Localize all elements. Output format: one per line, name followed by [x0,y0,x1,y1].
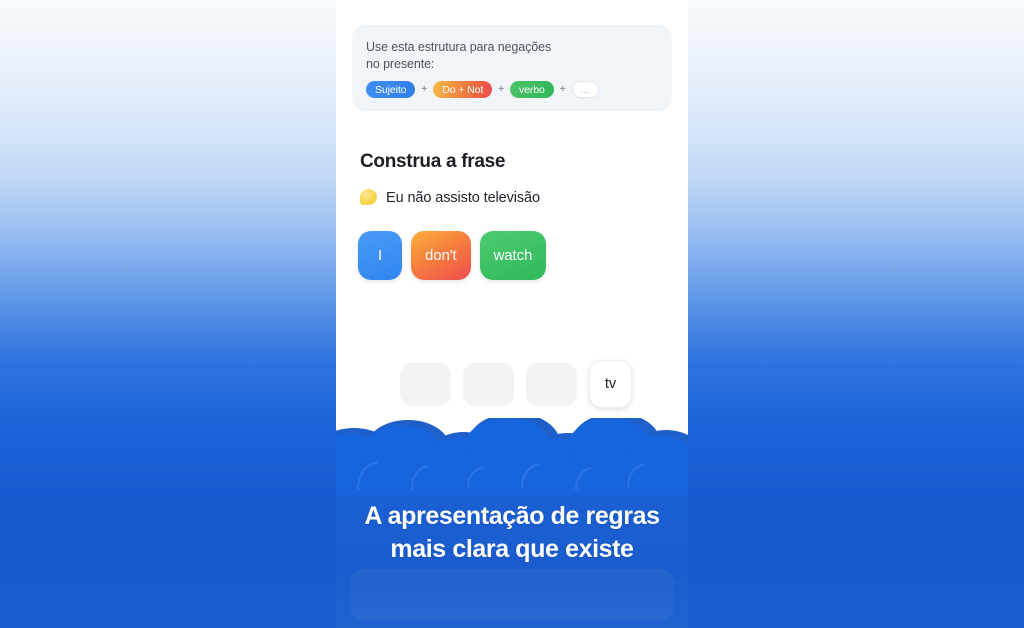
rule-chip-verb[interactable]: verbo [510,81,554,98]
word-tile-watch[interactable]: watch [479,231,547,280]
word-tile-i[interactable]: I [358,231,402,280]
promo-ghost-card [350,569,674,621]
cloud-divider [336,418,688,504]
answer-slot-1[interactable] [400,362,451,406]
rule-plus-separator-1: + [421,83,428,95]
promo-headline-line-1: A apresentação de regras [364,502,660,530]
answer-slot-row: tv [400,360,632,408]
rule-chip-more-icon[interactable]: ... [571,81,599,98]
rule-chip-auxiliary[interactable]: Do + Not [433,81,493,98]
rule-chip-subject[interactable]: Sujeito [366,81,416,98]
exercise-prompt-row: Eu não assisto televisão [360,189,540,206]
phone-screen: Use esta estrutura para negações no pres… [336,0,688,628]
rule-structure-chip-row: Sujeito + Do + Not + verbo + ... [366,81,658,98]
rule-text-line-2: no presente: [366,56,435,71]
answer-slot-3[interactable] [526,362,577,406]
promo-headline-line-2: mais clara que existe [390,535,634,563]
screenshot-root: Use esta estrutura para negações no pres… [0,0,1024,628]
rule-plus-separator-2: + [498,83,505,95]
rule-plus-separator-3: + [559,83,566,95]
word-tile-dont[interactable]: don't [411,231,471,280]
word-tile-row: I don't watch [358,231,547,280]
rule-text-line-1: Use esta estrutura para negações [366,40,552,54]
answer-slot-tv[interactable]: tv [589,360,632,408]
grammar-rule-card: Use esta estrutura para negações no pres… [352,25,672,111]
speech-bubble-icon [360,189,377,206]
promo-headline: A apresentação de regras mais clara que … [336,500,688,566]
exercise-prompt-text: Eu não assisto televisão [386,189,540,206]
answer-slot-2[interactable] [463,362,514,406]
exercise-title: Construa a frase [360,151,506,172]
